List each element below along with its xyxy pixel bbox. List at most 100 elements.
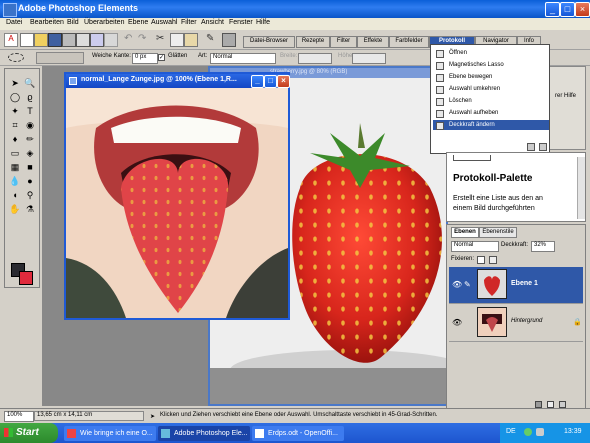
eyedropper-tool-icon[interactable]: ⚗ [24,203,36,215]
tab-datei-browser[interactable]: Datei-Browser [243,36,295,48]
print-icon[interactable] [62,33,76,47]
layer-row-ebene1[interactable]: 👁 ✎ Ebene 1 [449,267,583,304]
blend-mode-select[interactable]: Normal [451,241,499,252]
menu-ansicht[interactable]: Ansicht [201,19,224,26]
tab-filter[interactable]: Filter [330,36,357,48]
menu-ebene[interactable]: Ebene [128,19,148,26]
brush-icon[interactable]: ✎ [206,33,218,45]
lasso-tool-icon[interactable]: ϱ [24,91,36,103]
menu-auswahl[interactable]: Auswahl [151,19,177,26]
web-icon[interactable] [104,33,118,47]
doc-minimize-button[interactable]: _ [251,75,264,88]
history-item-deselect[interactable]: Auswahl aufheben [433,108,549,118]
zoom-tool-icon[interactable]: 🔍 [24,77,36,89]
tab-layer-styles[interactable]: Ebenenstile [479,227,517,238]
help-scrollbar[interactable] [577,157,585,219]
eraser-tool-icon[interactable]: ▭ [9,147,21,159]
history-item-delete[interactable]: Löschen [433,96,549,106]
tab-rezepte[interactable]: Rezepte [296,36,330,48]
open-file-icon[interactable] [34,33,48,47]
dodge-tool-icon[interactable]: ◖ [9,189,21,201]
adjustment-layer-icon[interactable] [535,401,542,408]
sponge-tool-icon[interactable]: ● [24,175,36,187]
type-tool-icon[interactable]: T [24,105,36,117]
history-item-magnetic-lasso[interactable]: Magnetisches Lasso [433,60,549,70]
volume-icon[interactable] [536,428,544,436]
eye-icon[interactable]: 👁 [452,318,462,327]
history-item-move-layer[interactable]: Ebene bewegen [433,72,549,82]
gradient-tool-icon[interactable]: ▦ [9,161,21,173]
brush-tool-icon[interactable]: ♦ [9,133,21,145]
language-indicator[interactable]: DE [506,428,516,435]
doc-maximize-button[interactable]: □ [264,75,277,88]
taskbar-task-openoffice[interactable]: Erdps.odt - OpenOffi... [252,426,344,441]
opacity-input[interactable]: 32% [531,241,555,252]
paste-icon[interactable] [184,33,198,47]
hand-tool-icon[interactable]: ✋ [9,203,21,215]
style-select[interactable]: Normal [210,53,276,64]
menu-bild[interactable]: Bild [67,19,79,26]
smooth-checkbox[interactable]: ✓ [158,54,165,61]
bucket-tool-icon[interactable]: ◈ [24,147,36,159]
menu-bearbeiten[interactable]: Bearbeiten [30,19,64,26]
history-item-invert-selection[interactable]: Auswahl umkehren [433,84,549,94]
clock[interactable]: 13:39 [564,428,582,435]
menu-hilfe[interactable]: Hilfe [256,19,270,26]
height-input[interactable] [352,53,386,64]
copy-icon[interactable] [170,33,184,47]
width-input[interactable] [298,53,332,64]
new-layer-icon[interactable] [547,401,554,408]
delete-layer-icon[interactable] [559,401,566,408]
minimize-button[interactable]: _ [545,2,560,17]
task-label: Erdps.odt - OpenOffi... [268,430,338,437]
maximize-button[interactable]: □ [560,2,575,17]
help-book-icon[interactable] [222,33,236,47]
cut-icon[interactable]: ✂ [156,33,168,45]
print-preview-icon[interactable] [76,33,90,47]
save-icon[interactable] [48,33,62,47]
layers-panel: Ebenen Ebenenstile Normal Deckkraft: 32%… [446,224,586,410]
undo-icon[interactable]: ↶ [124,33,136,45]
taskbar-task-browser[interactable]: Wie bringe ich eine O... [64,426,156,441]
status-bar: 100% 13,65 cm x 14,11 cm ➤ Klicken und Z… [0,408,590,422]
move-tool-icon[interactable]: ➤ [9,77,21,89]
close-button[interactable]: × [575,2,590,17]
magic-wand-icon[interactable]: ✦ [9,105,21,117]
lock-all-icon[interactable] [489,256,497,264]
zoom-field[interactable]: 100% [4,411,34,422]
soft-edge-input[interactable]: 0 px [132,53,158,64]
shape-tool-icon[interactable]: ■ [24,161,36,173]
pencil-tool-icon[interactable]: ✏ [24,133,36,145]
eye-icon[interactable]: 👁 [452,280,462,289]
background-color-swatch[interactable] [19,271,33,285]
layer-row-background[interactable]: 👁 Hintergrund 🔒 [449,305,583,342]
blur-tool-icon[interactable]: 💧 [9,175,21,187]
tab-effekte[interactable]: Effekte [357,36,389,48]
redeye-tool-icon[interactable]: ◉ [24,119,36,131]
doc-close-button[interactable]: × [277,75,290,88]
trash-icon[interactable] [527,143,535,151]
history-step-icon [436,122,444,130]
menu-datei[interactable]: Datei [6,19,22,26]
marquee-tool-icon[interactable]: ◯ [9,91,21,103]
menu-filter[interactable]: Filter [181,19,197,26]
crop-tool-icon[interactable]: ⌗ [9,119,21,131]
ellipse-marquee-icon[interactable] [8,53,24,62]
history-item-change-opacity[interactable]: Deckkraft ändern [433,120,549,130]
lock-transparency-icon[interactable] [477,256,485,264]
history-item-open[interactable]: Öffnen [433,48,549,58]
menu-fenster[interactable]: Fenster [229,19,253,26]
menu-ueberarbeiten[interactable]: Überarbeiten [84,19,124,26]
tab-farbfelder[interactable]: Farbfelder [389,36,429,48]
selection-mode-icons[interactable] [36,52,84,64]
new-file-icon[interactable] [20,33,34,47]
taskbar-task-photoshop[interactable]: Adobe Photoshop Ele... [158,426,250,441]
tab-layers[interactable]: Ebenen [451,227,479,238]
lock-label: Fixieren: [451,256,475,262]
network-icon[interactable] [524,428,532,436]
email-icon[interactable] [90,33,104,47]
history-options-icon[interactable] [539,143,547,151]
document-window-tongue[interactable]: normal_Lange Zunge.jpg @ 100% (Ebene 1,R… [64,72,290,320]
redo-icon[interactable]: ↷ [138,33,150,45]
clone-tool-icon[interactable]: ⚲ [24,189,36,201]
